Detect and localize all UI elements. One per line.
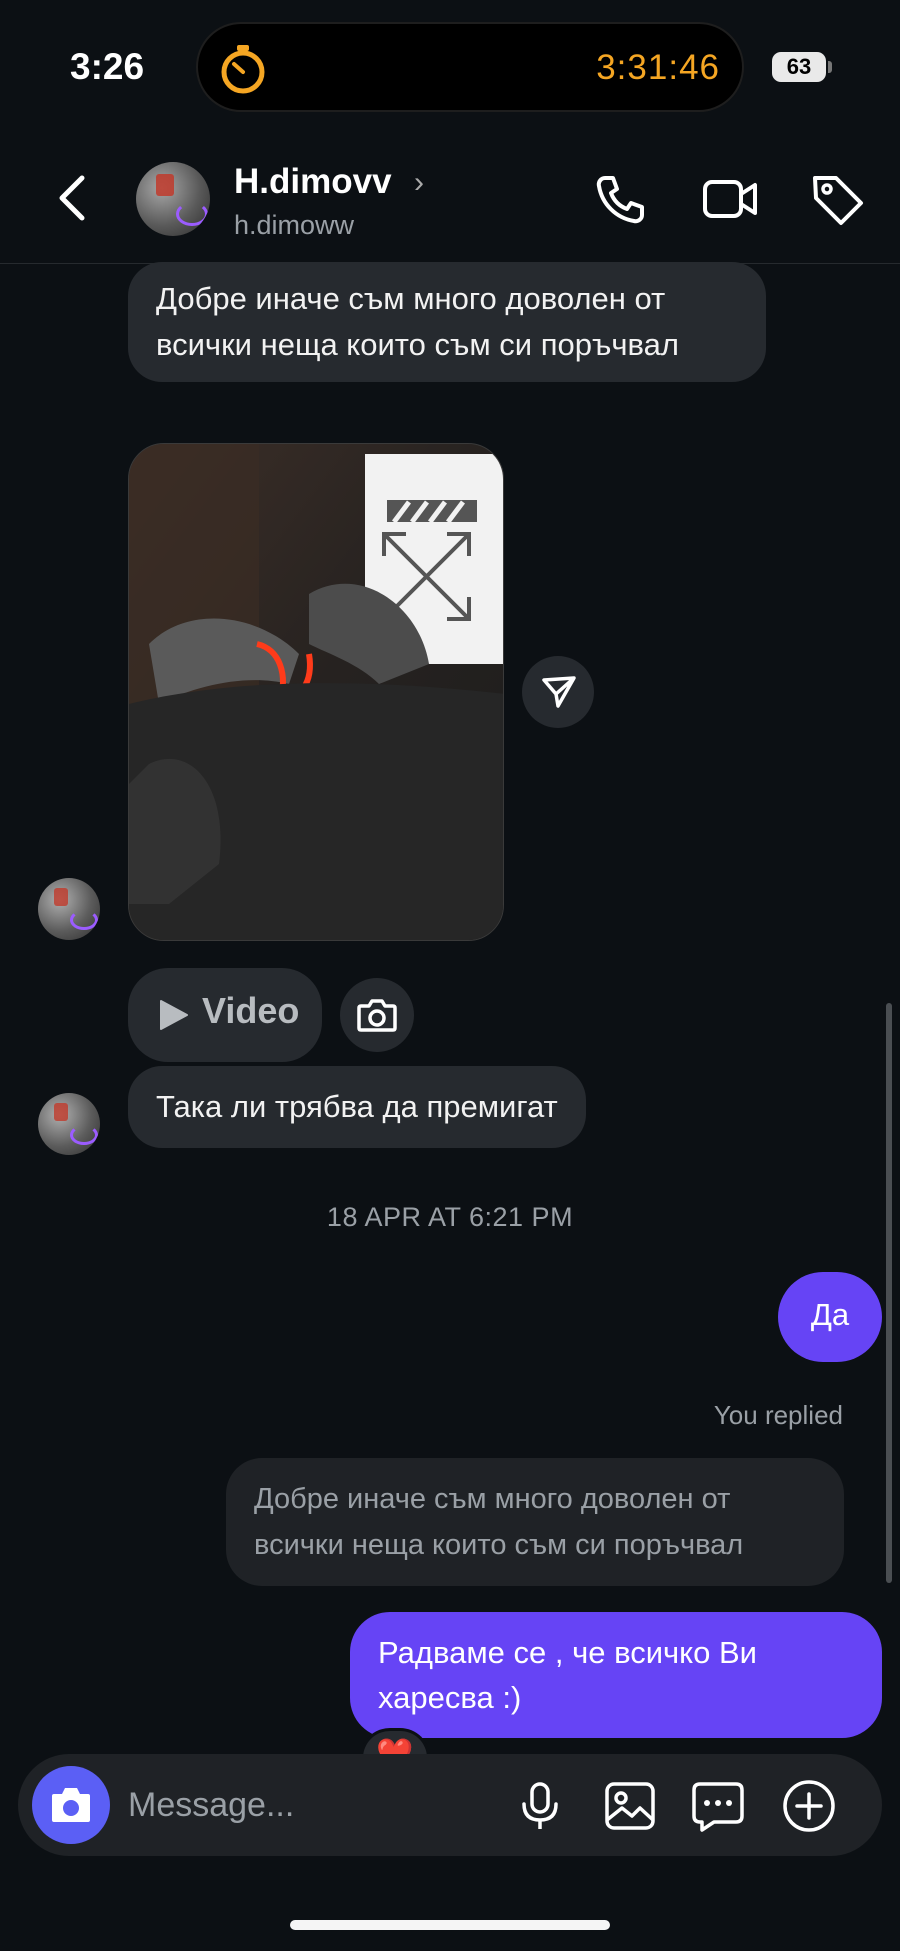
incoming-message[interactable]: Така ли трябва да премигат	[128, 1066, 586, 1148]
dynamic-island[interactable]: 3:31:46	[196, 22, 744, 112]
sticker-chat-icon[interactable]	[690, 1778, 746, 1834]
camera-icon	[357, 999, 397, 1032]
chevron-right-icon[interactable]: ›	[414, 166, 424, 200]
outgoing-message[interactable]: Радваме се , че всичко Ви харесва :)	[350, 1612, 882, 1738]
incoming-message[interactable]: Добре иначе съм много доволен от всички …	[128, 262, 766, 382]
contact-avatar[interactable]	[136, 162, 210, 236]
photo-content	[129, 444, 503, 940]
scrollbar[interactable]	[886, 1003, 892, 1583]
quoted-message[interactable]: Добре иначе съм много доволен от всички …	[226, 1458, 844, 1586]
microphone-icon[interactable]	[512, 1778, 568, 1834]
tag-icon[interactable]	[809, 170, 867, 228]
reply-context-label: You replied	[713, 1400, 843, 1430]
contact-handle: h.dimoww	[234, 210, 355, 240]
back-chevron-icon[interactable]	[50, 168, 94, 228]
home-indicator[interactable]	[290, 1920, 610, 1930]
video-label: Video	[202, 990, 300, 1031]
message-input[interactable]	[128, 1780, 488, 1830]
battery-nub	[828, 61, 832, 73]
sender-avatar[interactable]	[38, 878, 100, 940]
phone-icon[interactable]	[591, 170, 649, 228]
outgoing-message[interactable]: Да	[778, 1272, 882, 1362]
gallery-icon[interactable]	[602, 1778, 658, 1834]
status-time: 3:26	[70, 46, 145, 87]
message-timestamp: 18 APR AT 6:21 PM	[326, 1202, 574, 1232]
contact-name[interactable]: H.dimovv	[234, 162, 392, 202]
reply-camera-button[interactable]	[340, 978, 414, 1052]
add-icon[interactable]	[781, 1778, 837, 1834]
message-composer	[18, 1754, 882, 1856]
sender-avatar[interactable]	[38, 1093, 100, 1155]
video-camera-icon[interactable]	[701, 170, 759, 228]
status-bar: 3:26 3:31:46 63	[0, 0, 900, 130]
video-message-button[interactable]: Video	[128, 968, 322, 1062]
shared-photo[interactable]	[128, 443, 504, 941]
share-button[interactable]	[522, 656, 594, 728]
camera-button[interactable]	[32, 1766, 110, 1844]
stopwatch-icon	[221, 45, 265, 94]
play-icon	[160, 1000, 188, 1030]
chat-header: H.dimovv › h.dimoww	[0, 130, 900, 264]
timer-readout: 3:31:46	[596, 48, 720, 87]
send-icon	[542, 676, 576, 708]
battery-level: 63	[772, 52, 826, 82]
camera-icon	[52, 1788, 90, 1822]
